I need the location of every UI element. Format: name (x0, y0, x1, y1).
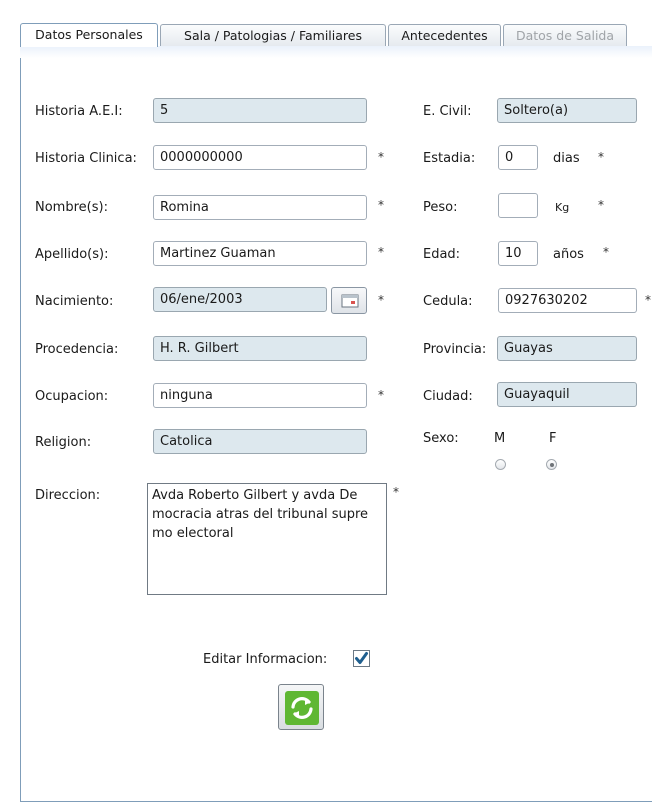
sexo-radio-m[interactable] (495, 459, 506, 470)
estadia-label: Estadia: (423, 151, 476, 166)
calendar-icon (341, 294, 359, 308)
peso-label: Peso: (423, 200, 458, 215)
historia-clinica-label: Historia Clinica: (35, 151, 137, 166)
edad-input[interactable]: 10 (498, 241, 538, 266)
edad-unit: años (553, 247, 584, 262)
apellido-input[interactable]: Martinez Guaman (153, 241, 367, 266)
checkmark-icon (355, 652, 368, 664)
sexo-radio-f[interactable] (546, 459, 557, 470)
required-marker: * (393, 485, 399, 499)
estado-civil-field: Soltero(a) (497, 98, 637, 123)
required-marker: * (603, 245, 609, 259)
ciudad-field: Guayaquil (497, 382, 637, 407)
tab-antecedentes[interactable]: Antecedentes (388, 24, 501, 46)
date-picker-button[interactable] (331, 287, 367, 314)
tab-datos-personales[interactable]: Datos Personales (20, 23, 158, 47)
nacimiento-field: 06/ene/2003 (153, 287, 327, 312)
historia-aei-field: 5 (153, 98, 367, 123)
required-marker: * (378, 388, 384, 402)
ciudad-label: Ciudad: (423, 389, 473, 404)
direccion-line: mo electoral (152, 526, 234, 541)
ocupacion-label: Ocupacion: (35, 389, 109, 404)
refresh-icon (285, 691, 319, 725)
required-marker: * (378, 198, 384, 212)
peso-unit: Kg (555, 201, 570, 214)
direccion-line: Avda Roberto Gilbert y avda De (152, 488, 358, 503)
required-marker: * (378, 245, 384, 259)
historia-aei-label: Historia A.E.I: (35, 104, 123, 119)
provincia-field: Guayas (497, 336, 637, 361)
editar-informacion-label: Editar Informacion: (203, 652, 328, 667)
ocupacion-input[interactable]: ninguna (153, 383, 367, 408)
required-marker: * (645, 293, 651, 307)
sexo-option-f-label: F (549, 431, 557, 446)
required-marker: * (378, 150, 384, 164)
edad-label: Edad: (423, 247, 461, 262)
nacimiento-label: Nacimiento: (35, 294, 114, 309)
nombre-input[interactable]: Romina (153, 195, 367, 220)
required-marker: * (598, 150, 604, 164)
religion-label: Religion: (35, 435, 92, 450)
procedencia-label: Procedencia: (35, 342, 119, 357)
refresh-button[interactable] (278, 684, 324, 730)
cedula-input[interactable]: 0927630202 (498, 288, 637, 313)
estadia-unit: dias (553, 151, 580, 166)
required-marker: * (378, 293, 384, 307)
editar-informacion-checkbox[interactable] (353, 650, 370, 667)
apellido-label: Apellido(s): (35, 247, 109, 262)
procedencia-field: H. R. Gilbert (153, 336, 367, 361)
estado-civil-label: E. Civil: (423, 104, 472, 119)
tab-datos-de-salida: Datos de Salida (503, 24, 627, 46)
religion-field: Catolica (153, 429, 367, 454)
nombre-label: Nombre(s): (35, 200, 108, 215)
tab-sala-patologias-familiares[interactable]: Sala / Patologias / Familiares (160, 24, 386, 46)
panel-header-strip (20, 46, 652, 58)
direccion-textarea[interactable]: Avda Roberto Gilbert y avda De mocracia … (147, 483, 387, 595)
historia-clinica-input[interactable]: 0000000000 (153, 145, 367, 170)
provincia-label: Provincia: (423, 342, 487, 357)
direccion-line: mocracia atras del tribunal supre (152, 507, 369, 522)
estadia-input[interactable]: 0 (498, 145, 538, 170)
sexo-label: Sexo: (423, 431, 459, 446)
required-marker: * (598, 198, 604, 212)
cedula-label: Cedula: (423, 294, 473, 309)
peso-input[interactable] (498, 193, 538, 218)
sexo-option-m-label: M (494, 431, 506, 446)
direccion-label: Direccion: (35, 488, 101, 503)
